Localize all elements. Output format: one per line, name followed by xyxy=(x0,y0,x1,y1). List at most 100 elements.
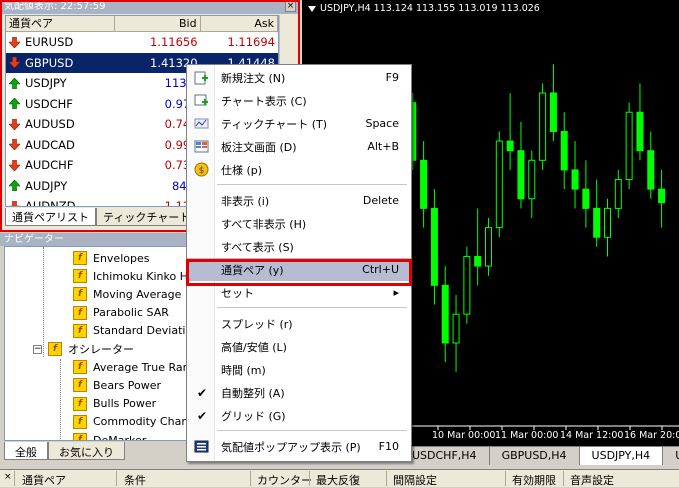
tab-favorites[interactable]: お気に入り xyxy=(48,442,125,460)
column-header-expiration[interactable]: 有効期限 xyxy=(512,472,556,488)
candle-body xyxy=(474,255,482,267)
candle xyxy=(452,294,460,372)
navigator-indicator[interactable]: f Parabolic SAR xyxy=(73,304,169,322)
indicator-icon: f xyxy=(73,433,87,440)
navigator-indicator[interactable]: f Standard Deviation xyxy=(73,322,199,340)
collapse-icon[interactable]: − xyxy=(33,344,42,354)
market-watch-title: 気配値表示: 22:57:59 xyxy=(0,0,300,14)
menu-item-label: 新規注文 (N) xyxy=(221,71,286,85)
candle-body xyxy=(485,227,492,267)
chart-tab-usdjpy[interactable]: USDJPY,H4 xyxy=(579,447,664,465)
candle-body xyxy=(593,207,601,238)
symbol-name: AUDCAD xyxy=(25,137,75,152)
candle xyxy=(549,64,557,142)
navigator-item-label: Standard Deviation xyxy=(93,324,200,338)
close-icon[interactable]: × xyxy=(285,1,296,12)
chart-x-label: 14 Mar 12:00 xyxy=(560,430,624,441)
menu-item-label: 非表示 (i) xyxy=(221,194,270,208)
candle-body xyxy=(582,188,590,209)
column-header-bid[interactable]: Bid xyxy=(115,16,201,31)
navigator-item-label: Envelopes xyxy=(93,251,150,265)
menu-item[interactable]: 時間 (m) xyxy=(187,358,411,381)
menu-item[interactable]: $ 仕様 (p) xyxy=(187,158,411,181)
down-arrow-icon xyxy=(8,56,21,69)
candle xyxy=(647,131,655,199)
depth-of-market-icon xyxy=(194,139,209,154)
column-header-sound[interactable]: 音声設定 xyxy=(570,472,614,488)
candle-body xyxy=(506,140,514,152)
chart-tab-gbpusd[interactable]: GBPUSD,H4 xyxy=(490,447,580,465)
navigator-item-label: Bulls Power xyxy=(93,397,157,411)
navigator-item-label: Parabolic SAR xyxy=(93,306,169,320)
new-order-icon xyxy=(194,70,209,85)
navigator-indicator[interactable]: f Moving Average xyxy=(73,285,181,303)
down-arrow-icon xyxy=(8,159,21,172)
menu-item[interactable]: 高値/安値 (L) xyxy=(187,335,411,358)
indicator-icon: f xyxy=(73,269,87,284)
column-header-counter[interactable]: カウンター xyxy=(257,472,312,488)
navigator-indicator[interactable]: f Bulls Power xyxy=(73,395,156,413)
menu-item[interactable]: 板注文画面 (D) Alt+B xyxy=(187,135,411,158)
column-header-symbol[interactable]: 通貨ペア xyxy=(6,16,116,31)
navigator-indicator[interactable]: f DeMarker xyxy=(73,431,146,440)
menu-item-label: すべて表示 (S) xyxy=(221,240,294,254)
close-icon[interactable]: × xyxy=(4,472,12,484)
candle xyxy=(571,141,579,209)
menu-item[interactable]: ティックチャート (T) Space xyxy=(187,112,411,135)
navigator-item-label: Ichimoku Kinko Hyo xyxy=(93,269,202,283)
column-divider xyxy=(116,471,117,486)
menu-item-label: セット xyxy=(221,286,254,300)
navigator-indicator[interactable]: f Envelopes xyxy=(73,249,149,267)
menu-item[interactable]: すべて表示 (S) xyxy=(187,235,411,258)
navigator-indicator[interactable]: fCommodity Channel Index xyxy=(73,413,203,431)
menu-separator xyxy=(217,430,407,431)
candle-body xyxy=(560,130,568,171)
menu-item-label: スプレッド (r) xyxy=(221,317,293,331)
candle-body xyxy=(636,111,644,152)
candle-body xyxy=(614,179,622,209)
chart-ohlc-text: USDJPY,H4 113.124 113.155 113.019 113.02… xyxy=(320,3,540,14)
tab-common[interactable]: 全般 xyxy=(4,442,48,460)
column-header-interval[interactable]: 間隔設定 xyxy=(393,472,437,488)
menu-item[interactable]: スプレッド (r) xyxy=(187,312,411,335)
menu-item-label: すべて非表示 (H) xyxy=(221,217,307,231)
candle-body xyxy=(441,284,449,344)
navigator-folder[interactable]: − f オシレーター xyxy=(33,340,134,358)
symbol-name: GBPUSD xyxy=(25,55,74,70)
candle-body xyxy=(549,92,557,132)
menu-item[interactable]: 新規注文 (N) F9 xyxy=(187,66,411,89)
navigator-item-label: Bears Power xyxy=(93,378,162,392)
symbol-name: AUDCHF xyxy=(25,158,74,173)
menu-item[interactable]: 気配値ポップアップ表示 (P) F10 xyxy=(187,435,411,458)
symbol-row[interactable]: EURUSD 1.11656 1.11694 xyxy=(6,32,278,53)
column-header-condition[interactable]: 条件 xyxy=(124,472,146,488)
menu-item[interactable]: すべて非表示 (H) xyxy=(187,212,411,235)
column-header-symbol[interactable]: 通貨ペア xyxy=(22,472,66,488)
menu-item[interactable]: ✔ 自動整列 (A) xyxy=(187,381,411,404)
column-header-max-iterations[interactable]: 最大反復 xyxy=(316,472,360,488)
svg-text:$: $ xyxy=(199,166,205,176)
candle xyxy=(636,83,644,161)
chart-tab-usdj[interactable]: USDJ xyxy=(663,447,679,465)
candle xyxy=(625,102,633,190)
menu-item[interactable]: ✔ グリッド (G) xyxy=(187,404,411,427)
tab-symbols[interactable]: 通貨ペアリスト xyxy=(5,208,96,226)
column-header-ask[interactable]: Ask xyxy=(201,16,278,31)
menu-item[interactable]: 非表示 (i) Delete xyxy=(187,189,411,212)
candle xyxy=(539,83,547,170)
column-divider xyxy=(14,471,15,486)
navigator-indicator[interactable]: f Ichimoku Kinko Hyo xyxy=(73,267,201,285)
specification-icon: $ xyxy=(194,162,209,177)
candle xyxy=(485,218,492,276)
menu-item[interactable]: セット ▸ xyxy=(187,281,411,304)
context-menu: 新規注文 (N) F9 チャート表示 (C) ティックチャート (T) Space 板注文… xyxy=(186,64,412,462)
menu-item-label: 仕様 (p) xyxy=(221,163,263,177)
tab-tick-chart[interactable]: ティックチャート xyxy=(96,208,198,226)
menu-item[interactable]: 通貨ペア (y) Ctrl+U xyxy=(187,258,411,281)
candle xyxy=(582,160,590,228)
navigator-indicator[interactable]: f Average True Range xyxy=(73,358,203,376)
navigator-indicator[interactable]: f Bears Power xyxy=(73,376,161,394)
chart-symbol-triangle-icon[interactable] xyxy=(308,5,316,12)
menu-item[interactable]: チャート表示 (C) xyxy=(187,89,411,112)
indicator-icon: f xyxy=(73,287,87,302)
